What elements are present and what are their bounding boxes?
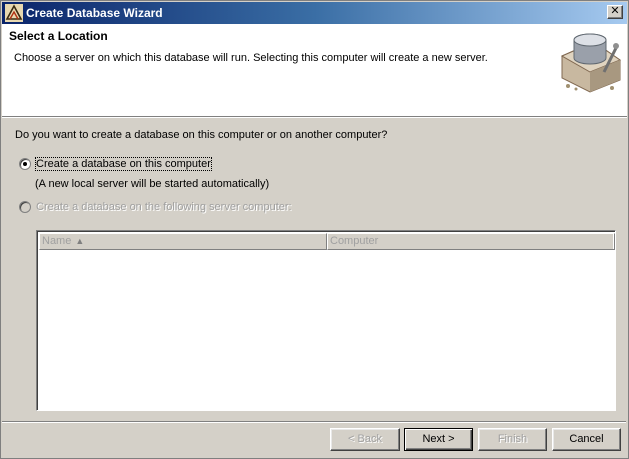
- page-description: Choose a server on which this database w…: [14, 52, 488, 64]
- finish-button: Finish: [478, 428, 547, 451]
- location-question: Do you want to create a database on this…: [15, 129, 388, 141]
- close-icon: ✕: [610, 5, 620, 17]
- wizard-header: Select a Location Choose a server on whi…: [2, 24, 627, 118]
- footer-divider: [2, 421, 626, 423]
- column-header-name: Name ▲: [39, 233, 327, 250]
- radio-this-computer-indicator[interactable]: [19, 158, 31, 170]
- wizard-window: Create Database Wizard ✕ Select a Locati…: [0, 0, 629, 459]
- radio-server-computer-label: Create a database on the following serve…: [36, 201, 292, 213]
- local-server-note: (A new local server will be started auto…: [35, 178, 270, 190]
- database-server-icon: [560, 33, 622, 93]
- app-logo-icon: [5, 4, 23, 22]
- window-title: Create Database Wizard: [26, 6, 163, 20]
- radio-this-computer[interactable]: Create a database on this computer: [19, 157, 212, 171]
- close-button[interactable]: ✕: [607, 5, 623, 19]
- radio-server-computer-indicator: [19, 201, 31, 213]
- server-list: Name ▲ Computer: [36, 230, 616, 411]
- server-list-header: Name ▲ Computer: [39, 233, 615, 250]
- column-header-computer-label: Computer: [330, 235, 379, 247]
- next-button[interactable]: Next >: [404, 428, 473, 451]
- radio-this-computer-label[interactable]: Create a database on this computer: [35, 157, 212, 171]
- page-title: Select a Location: [9, 29, 108, 43]
- title-bar[interactable]: Create Database Wizard ✕: [2, 2, 627, 24]
- column-header-computer: Computer: [327, 233, 615, 250]
- sort-ascending-icon: ▲: [75, 236, 85, 246]
- column-header-name-label: Name: [42, 235, 72, 247]
- back-button: < Back: [330, 428, 400, 451]
- cancel-button[interactable]: Cancel: [552, 428, 621, 451]
- radio-server-computer: Create a database on the following serve…: [19, 201, 292, 213]
